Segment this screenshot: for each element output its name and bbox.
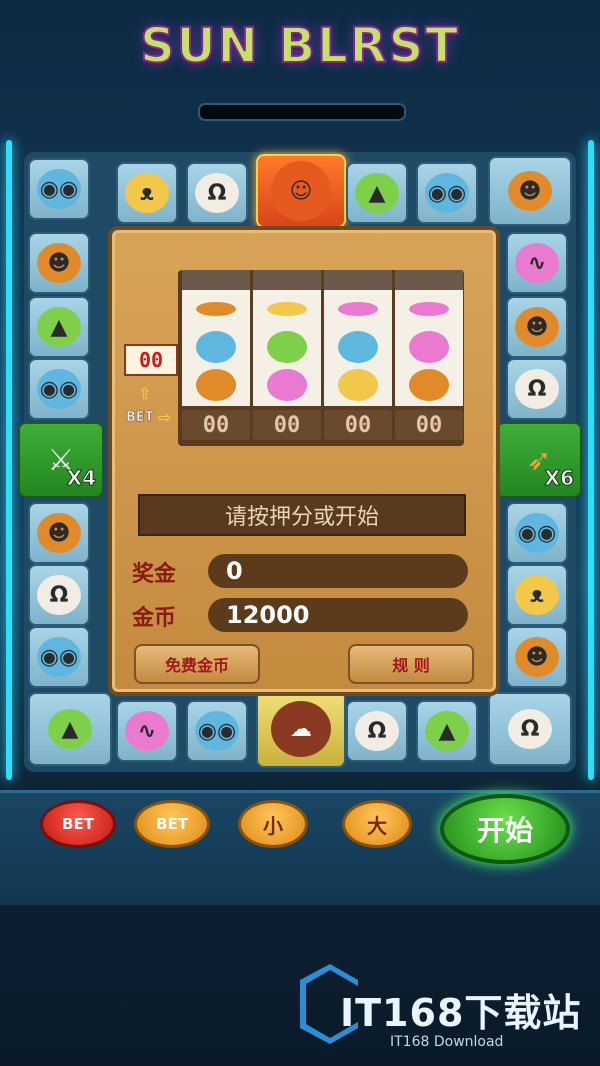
small-button[interactable]: 小 (238, 800, 308, 848)
lion-icon: ᴥ (515, 575, 559, 615)
bet-orange-button[interactable]: BET (134, 800, 210, 848)
status-message: 请按押分或开始 (138, 494, 466, 536)
reel-4-value: 00 (395, 410, 463, 440)
title-slot (198, 103, 406, 121)
tile-owl: ◉◉ (416, 162, 478, 224)
slot-reels: 00 00 00 00 (178, 270, 464, 446)
owl-icon: ◉◉ (195, 711, 239, 751)
tile-swords-x4: ⚔ X4 (18, 422, 104, 498)
multiplier-x4: X4 (66, 466, 96, 491)
reel-4 (395, 270, 463, 406)
tile-elephant: ∿ (116, 700, 178, 762)
side-counter: 00 (124, 344, 178, 376)
coins-label: 金币 (132, 606, 177, 631)
owl-icon (338, 331, 378, 363)
tile-wolf: ▲ (28, 692, 112, 766)
tile-goat: Ω (346, 700, 408, 762)
tile-goat: Ω (28, 564, 90, 626)
prize-label: 奖金 (132, 562, 177, 587)
tile-monkey: ☻ (28, 232, 90, 294)
elephant-icon: ∿ (515, 243, 559, 283)
big-button[interactable]: 大 (342, 800, 412, 848)
arrow-right-icon: ⇨ (158, 408, 172, 427)
elephant-icon (267, 369, 307, 401)
start-button[interactable]: 开始 (440, 794, 570, 864)
reel-3-value: 00 (324, 410, 392, 440)
monkey-icon: ☻ (37, 243, 81, 283)
wolf-icon: ▲ (355, 173, 399, 213)
bet-indicator-label: BET (126, 410, 154, 426)
wolf-icon (267, 331, 307, 363)
wolf-icon: ▲ (37, 307, 81, 347)
monkey-icon: ☻ (515, 637, 559, 677)
tile-owl: ◉◉ (28, 158, 90, 220)
owl-icon (196, 331, 236, 363)
watermark-sub-text: IT168 Download (390, 1034, 504, 1050)
reel-2 (253, 270, 321, 406)
owl-icon: ◉◉ (515, 513, 559, 553)
tile-monkey: ☻ (488, 156, 572, 226)
goat-icon: Ω (515, 369, 559, 409)
reel-2-value: 00 (253, 410, 321, 440)
coins-value: 12000 (208, 598, 468, 632)
bet-red-button[interactable]: BET (40, 800, 116, 848)
reel-1-value: 00 (182, 410, 250, 440)
tile-monkey: ☻ (506, 626, 568, 688)
owl-icon: ◉◉ (37, 369, 81, 409)
goat-icon: Ω (508, 709, 552, 749)
tile-owl: ◉◉ (506, 502, 568, 564)
prize-value: 0 (208, 554, 468, 588)
wolf-icon: ▲ (425, 711, 469, 751)
tile-wolf: ▲ (28, 296, 90, 358)
volcano-icon: ☁ (271, 701, 331, 757)
warrior-icon: ☺ (271, 161, 331, 221)
multiplier-x6: X6 (544, 466, 574, 491)
elephant-icon (409, 331, 449, 363)
elephant-icon: ∿ (125, 711, 169, 751)
rules-button[interactable]: 规 则 (348, 644, 474, 684)
tile-owl: ◉◉ (28, 626, 90, 688)
goat-icon: Ω (355, 711, 399, 751)
tile-elephant: ∿ (506, 232, 568, 294)
watermark: IT168下载站 IT168 Download (300, 958, 590, 1054)
tile-volcano: ☁ (256, 690, 346, 768)
tile-monkey: ☻ (506, 296, 568, 358)
watermark-main-text: IT168下载站 (340, 991, 582, 1035)
lion-icon (338, 369, 378, 401)
wolf-icon: ▲ (48, 709, 92, 749)
reel-1 (182, 270, 250, 406)
game-title: SUN BLRST (139, 17, 460, 75)
tile-wolf: ▲ (416, 700, 478, 762)
monkey-icon: ☻ (515, 307, 559, 347)
tile-goat: Ω (506, 358, 568, 420)
tile-lion: ᴥ (506, 564, 568, 626)
tile-bow-x6: ➶ X6 (496, 422, 582, 498)
owl-icon: ◉◉ (37, 169, 81, 209)
free-coins-button[interactable]: 免费金币 (134, 644, 260, 684)
monkey-icon: ☻ (37, 513, 81, 553)
tile-warrior-active: ☺ (256, 154, 346, 228)
owl-icon: ◉◉ (425, 173, 469, 213)
goat-icon: Ω (37, 575, 81, 615)
left-neon-bar (6, 140, 12, 780)
reel-3 (324, 270, 392, 406)
tile-monkey: ☻ (28, 502, 90, 564)
tile-goat: Ω (186, 162, 248, 224)
tile-goat: Ω (488, 692, 572, 766)
arrow-up-icon: ⇧ (138, 384, 152, 403)
tile-owl: ◉◉ (28, 358, 90, 420)
tile-wolf: ▲ (346, 162, 408, 224)
owl-icon: ◉◉ (37, 637, 81, 677)
tile-lion: ᴥ (116, 162, 178, 224)
goat-icon: Ω (195, 173, 239, 213)
monkey-icon: ☻ (508, 171, 552, 211)
monkey-icon (196, 369, 236, 401)
right-neon-bar (588, 140, 594, 780)
monkey-icon (409, 369, 449, 401)
tile-owl: ◉◉ (186, 700, 248, 762)
lion-icon: ᴥ (125, 173, 169, 213)
